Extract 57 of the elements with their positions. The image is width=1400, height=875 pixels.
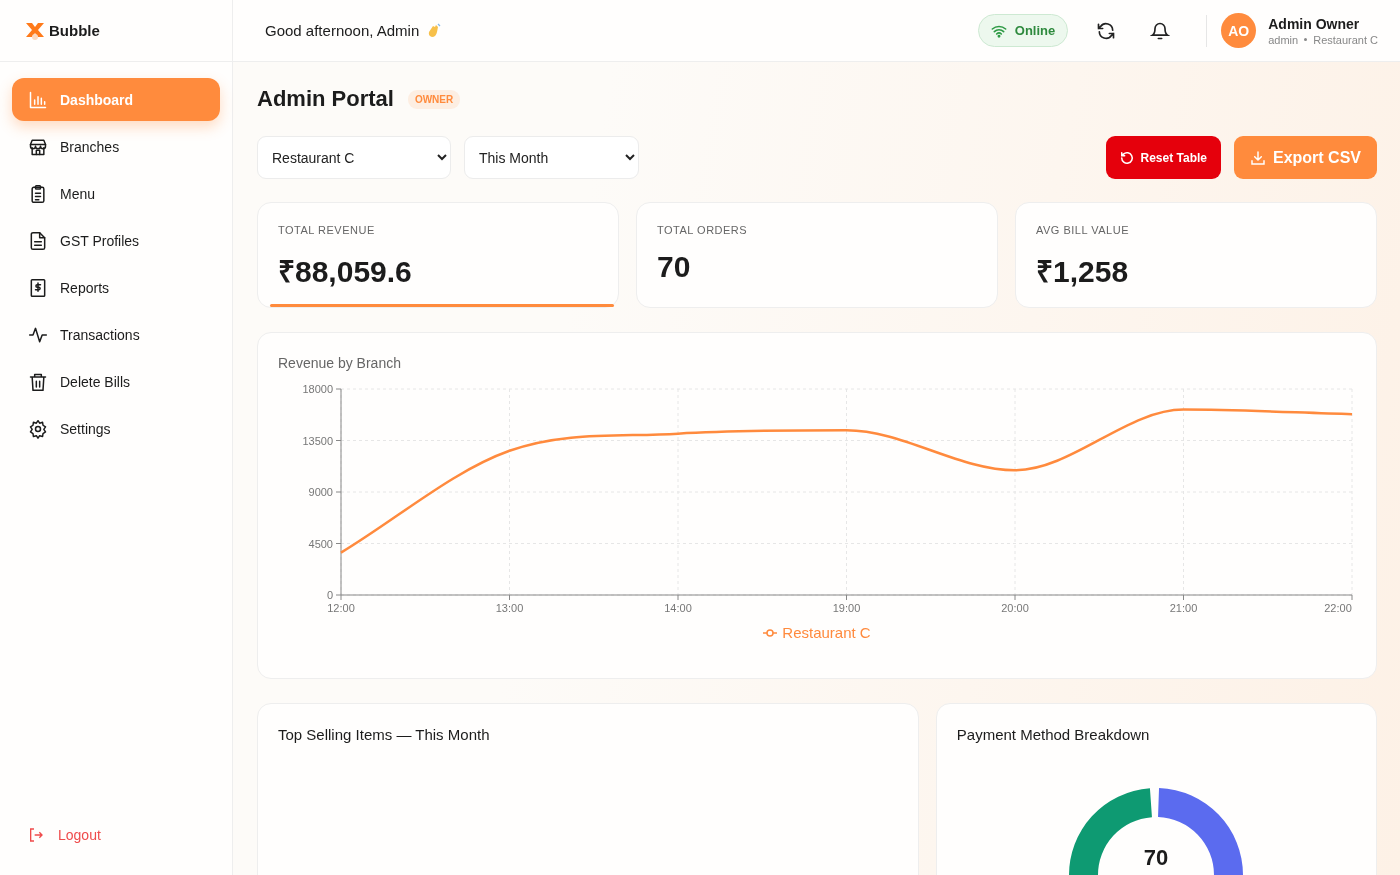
x-tick-label: 20:00: [1001, 602, 1029, 614]
nav-item[interactable]: Menu: [12, 172, 220, 215]
y-tick-label: 18000: [302, 383, 333, 395]
donut-center-value: 70: [1144, 845, 1169, 870]
document-icon: [28, 230, 48, 251]
wifi-icon: [990, 23, 1007, 38]
stat-value: ₹1,258: [1036, 254, 1130, 290]
role-badge: OWNER: [407, 89, 461, 109]
y-tick-label: 4500: [308, 537, 333, 550]
nav-item[interactable]: GST Profiles: [12, 219, 220, 262]
stat-label: TOTAL ORDERS: [657, 224, 749, 236]
stat-label: AVG BILL VALUE: [1036, 224, 1130, 236]
settings-icon: [28, 418, 48, 439]
period-select[interactable]: This Month: [464, 136, 639, 179]
stat-label: TOTAL REVENUE: [278, 224, 376, 236]
reset-icon: [1119, 150, 1134, 165]
logout-icon: [28, 827, 44, 843]
stat-value: 70: [657, 250, 692, 284]
y-tick-label: 13500: [302, 434, 333, 447]
card-title: Payment Method Breakdown: [956, 726, 1150, 743]
y-tick-label: 9000: [308, 486, 333, 498]
nav-item[interactable]: Reports: [12, 266, 220, 309]
download-icon: [1250, 149, 1266, 166]
x-tick-label: 13:00: [495, 602, 524, 614]
user-branch: Restaurant C: [1313, 33, 1378, 46]
brand-name: Bubble: [49, 22, 100, 39]
line-marker-icon: [763, 628, 778, 637]
bell-icon: [1150, 20, 1171, 41]
logout-link[interactable]: Logout: [28, 827, 101, 843]
greeting: Good afternoon, Admin: [265, 22, 420, 39]
bar-chart-icon: [28, 89, 48, 110]
clipboard-icon: [28, 183, 48, 204]
refresh-icon: [1096, 20, 1117, 41]
nav-item[interactable]: Delete Bills: [12, 360, 220, 403]
x-tick-label: 14:00: [664, 602, 692, 614]
page-title: Admin Portal: [257, 86, 394, 112]
user-name: Admin Owner: [1268, 15, 1361, 32]
x-tick-label: 19:00: [832, 602, 861, 614]
y-tick-label: 0: [326, 589, 333, 601]
avatar: AO: [1221, 13, 1257, 48]
stat-value: ₹88,059.6: [278, 254, 413, 290]
x-tick-label: 21:00: [1169, 602, 1198, 614]
trash-icon: [28, 371, 48, 392]
logo-icon: [25, 21, 45, 40]
legend-item: Restaurant C: [763, 624, 871, 641]
nav-item[interactable]: Settings: [12, 407, 220, 450]
card-title: Top Selling Items — This Month: [278, 726, 490, 743]
nav-item[interactable]: Branches: [12, 125, 220, 168]
reset-button[interactable]: Reset Table: [1105, 136, 1221, 179]
branch-select[interactable]: Restaurant C: [257, 136, 451, 179]
x-tick-label: 22:00: [1324, 602, 1352, 614]
chart-title: Revenue by Branch: [278, 355, 401, 371]
nav-item[interactable]: Transactions: [12, 313, 220, 356]
receipt-icon: [28, 277, 48, 298]
x-tick-label: 12:00: [327, 602, 355, 614]
user-role: admin: [1268, 33, 1299, 46]
status-text: Online: [1014, 23, 1056, 38]
